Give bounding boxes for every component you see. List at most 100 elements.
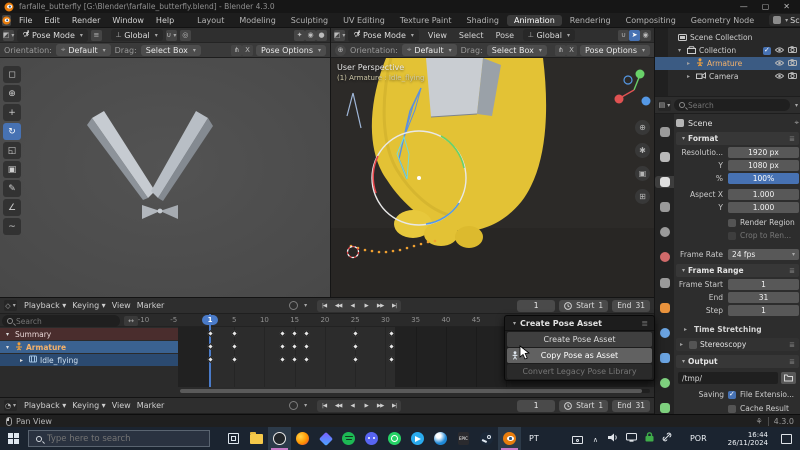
field-value[interactable]: 100% bbox=[728, 173, 799, 184]
viewport-left-3d[interactable]: ◻⊕+↻◱▣✎∠~ bbox=[0, 58, 330, 297]
breadcrumb-scene[interactable]: Scene bbox=[688, 119, 712, 128]
field-value[interactable]: 1 bbox=[728, 279, 799, 290]
mirror-icon[interactable]: ⋔ bbox=[555, 45, 566, 56]
properties-tab-physics[interactable] bbox=[655, 327, 674, 339]
x-axis-button[interactable]: X bbox=[242, 45, 253, 56]
scrollbar-thumb[interactable] bbox=[180, 389, 642, 393]
blender-menu-icon[interactable] bbox=[2, 15, 11, 26]
taskbar-app-blender[interactable] bbox=[498, 427, 521, 450]
menu-help[interactable]: Help bbox=[150, 16, 180, 25]
menu-keying[interactable]: Keying ▾ bbox=[69, 301, 108, 310]
camera-view-icon[interactable]: ▣ bbox=[635, 166, 650, 181]
tab-compositing[interactable]: Compositing bbox=[619, 15, 683, 26]
menu-keying[interactable]: Keying ▾ bbox=[69, 401, 108, 410]
notification-icon[interactable] bbox=[781, 434, 792, 444]
properties-tab-bone[interactable] bbox=[655, 402, 674, 414]
panel-stereoscopy-header[interactable]: ▸Stereoscopy≣ bbox=[676, 338, 799, 351]
taskbar-search[interactable] bbox=[28, 430, 210, 447]
mode-dropdown[interactable]: 🮲Pose Mode▾ bbox=[17, 29, 88, 42]
taskbar-app-steam[interactable] bbox=[475, 427, 498, 450]
link-icon[interactable] bbox=[662, 432, 673, 441]
properties-tab-output[interactable] bbox=[655, 176, 674, 188]
tab-uv-editing[interactable]: UV Editing bbox=[336, 15, 392, 26]
next-keyframe-button[interactable]: ▶▶ bbox=[373, 300, 387, 312]
camera-toggle-icon[interactable] bbox=[788, 72, 797, 81]
taskbar-app-task-view[interactable] bbox=[222, 427, 245, 450]
eye-toggle-icon[interactable] bbox=[775, 46, 784, 55]
tool-transform[interactable]: ▣ bbox=[3, 161, 21, 178]
drag-value-dropdown[interactable]: Select Box▾ bbox=[141, 45, 201, 56]
taskbar-search-input[interactable] bbox=[47, 434, 202, 444]
orientation-value-dropdown[interactable]: ⌖Default▾ bbox=[402, 44, 457, 56]
taskbar-app-skype[interactable] bbox=[429, 427, 452, 450]
taskbar-app-media-player[interactable] bbox=[314, 427, 337, 450]
taskbar-app-spotify[interactable] bbox=[337, 427, 360, 450]
play-reverse-button[interactable]: ◀ bbox=[345, 300, 359, 312]
editor-type-icon[interactable]: ◩▾ bbox=[3, 30, 14, 41]
snap-icon[interactable]: ∪ bbox=[618, 30, 629, 41]
field-value[interactable]: 1080 px bbox=[728, 160, 799, 171]
tab-sculpting[interactable]: Sculpting bbox=[284, 15, 335, 26]
overlay-toggle-icon[interactable]: ◉ bbox=[305, 30, 316, 41]
editor-type-icon[interactable]: ▤▾ bbox=[658, 100, 671, 111]
network-display-icon[interactable] bbox=[626, 433, 637, 442]
properties-tab-world[interactable] bbox=[655, 251, 674, 263]
chevron-icon[interactable]: ▾ bbox=[678, 47, 684, 54]
menu-render[interactable]: Render bbox=[66, 16, 106, 25]
menu-file[interactable]: File bbox=[13, 16, 38, 25]
taskbar-app-whatsapp[interactable] bbox=[383, 427, 406, 450]
tab-shading[interactable]: Shading bbox=[459, 15, 506, 26]
vpn-lock-icon[interactable] bbox=[644, 432, 655, 441]
current-frame-field[interactable]: 1 bbox=[517, 400, 555, 412]
scene-selector[interactable]: ▾ Scene ⌖ ⧉ bbox=[769, 14, 800, 26]
chevron-icon[interactable]: ▾ bbox=[6, 344, 12, 351]
chevron-icon[interactable]: ▸ bbox=[687, 60, 693, 67]
minimize-button[interactable]: — bbox=[740, 2, 748, 11]
tool-select-box[interactable]: ◻ bbox=[3, 66, 21, 83]
frame-end-field[interactable]: End31 bbox=[612, 300, 650, 312]
x-axis-button[interactable]: X bbox=[566, 45, 577, 56]
field-value[interactable]: 1 bbox=[728, 305, 799, 316]
jump-to-start-button[interactable]: |◀ bbox=[317, 300, 331, 312]
jump-to-start-button[interactable]: |◀ bbox=[317, 400, 331, 412]
viewport-right-3d[interactable]: User Perspective (1) Armature : Idle_fly… bbox=[331, 58, 654, 297]
tray-language[interactable]: POR bbox=[682, 434, 715, 443]
tab-layout[interactable]: Layout bbox=[190, 15, 231, 26]
jump-to-end-button[interactable]: ▶| bbox=[387, 300, 401, 312]
hamburger-icon[interactable]: ≡ bbox=[91, 30, 102, 41]
tab-modeling[interactable]: Modeling bbox=[232, 15, 282, 26]
prev-keyframe-button[interactable]: ◀◀ bbox=[331, 400, 345, 412]
panel-output-header[interactable]: ▾Output≣ bbox=[676, 355, 799, 368]
properties-search-input[interactable] bbox=[688, 101, 785, 110]
channel-summary[interactable]: ▾Summary bbox=[0, 328, 178, 340]
tab-animation[interactable]: Animation bbox=[507, 15, 562, 26]
outliner-row-armature[interactable]: ▸Armature bbox=[655, 57, 800, 70]
pose-options-dropdown[interactable]: Pose Options▾ bbox=[256, 45, 326, 56]
properties-tab-render[interactable] bbox=[655, 151, 674, 163]
frame-end-field[interactable]: End31 bbox=[612, 400, 650, 412]
editor-type-icon[interactable]: ◔▾ bbox=[4, 400, 17, 411]
horizontal-scrollbar[interactable] bbox=[180, 389, 650, 393]
filter-caret-icon[interactable]: ▾ bbox=[795, 102, 798, 109]
pan-hand-icon[interactable]: ✱ bbox=[635, 143, 650, 158]
field-value[interactable]: 31 bbox=[728, 292, 799, 303]
next-keyframe-button[interactable]: ▶▶ bbox=[373, 400, 387, 412]
collection-checkbox[interactable] bbox=[763, 47, 771, 55]
orientation-value-dropdown[interactable]: ⌖Default▾ bbox=[56, 44, 111, 56]
jump-to-end-button[interactable]: ▶| bbox=[387, 400, 401, 412]
menu-marker[interactable]: Marker bbox=[134, 401, 168, 410]
channel-search-input[interactable] bbox=[16, 317, 115, 326]
taskbar-app-epic-games[interactable]: EPIC bbox=[452, 427, 475, 450]
menu-playback[interactable]: Playback ▾ bbox=[21, 401, 69, 410]
gizmo-toggle-icon[interactable]: ➤ bbox=[629, 30, 640, 41]
outliner-row-collection[interactable]: ▾Collection bbox=[655, 44, 800, 57]
menu-edit[interactable]: Edit bbox=[38, 16, 66, 25]
chevron-icon[interactable]: ▸ bbox=[687, 73, 693, 80]
current-frame-field[interactable]: 1 bbox=[517, 300, 555, 312]
viewport-menu-select[interactable]: Select bbox=[453, 31, 490, 40]
zoom-icon[interactable]: ⊕ bbox=[635, 120, 650, 135]
create-pose-asset-menu-header[interactable]: ▾Create Pose Asset≣ bbox=[505, 316, 654, 331]
properties-tab-tool[interactable] bbox=[655, 126, 674, 138]
properties-search[interactable] bbox=[674, 99, 790, 111]
volume-icon[interactable] bbox=[608, 433, 619, 442]
